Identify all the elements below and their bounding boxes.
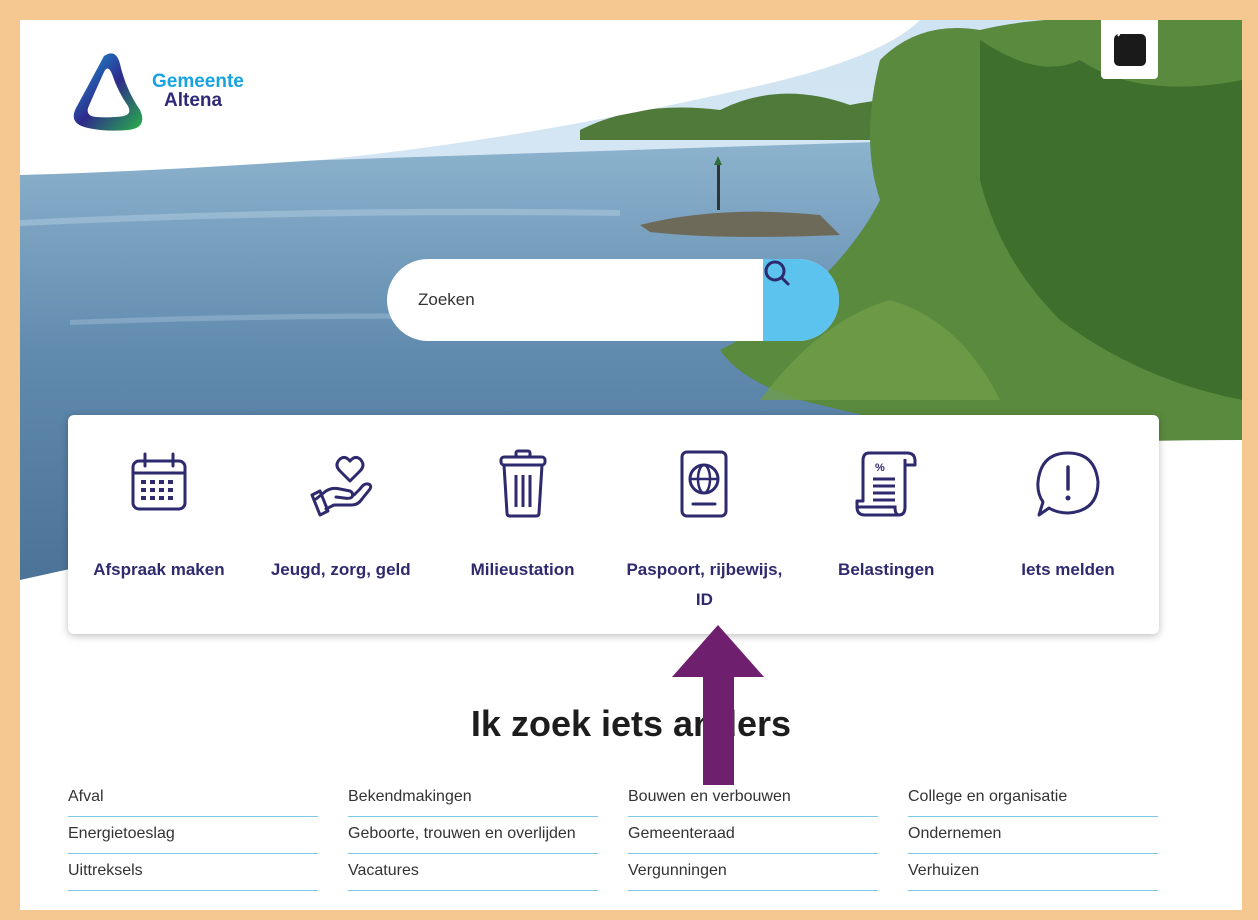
link-gemeenteraad[interactable]: Gemeenteraad <box>628 817 878 854</box>
search-bar <box>387 259 839 341</box>
section-title: Ik zoek iets anders <box>470 703 792 744</box>
link-geboorte-trouwen-overlijden[interactable]: Geboorte, trouwen en overlijden <box>348 817 598 854</box>
quick-link-label: Milieustation <box>470 560 575 579</box>
calendar-icon <box>131 452 187 511</box>
link-afval[interactable]: Afval <box>68 780 318 817</box>
quick-link-jeugd[interactable]: Jeugd, zorg, geld <box>250 415 432 634</box>
logo-mark-icon <box>73 53 143 131</box>
trash-icon <box>499 449 547 518</box>
quick-link-paspoort[interactable]: Paspoort, rijbewijs, ID <box>613 415 795 634</box>
read-aloud-button[interactable] <box>1101 20 1158 79</box>
quick-link-afspraak[interactable]: Afspraak maken <box>68 415 250 634</box>
exclamation-bubble-icon <box>1036 451 1100 517</box>
quick-link-milieustation[interactable]: Milieustation <box>432 415 614 634</box>
quick-link-iets-melden[interactable]: Iets melden <box>977 415 1159 634</box>
quick-link-label: Afspraak maken <box>93 560 225 579</box>
annotation-arrow-up-icon <box>672 625 764 785</box>
quick-link-belastingen[interactable]: % Belastingen <box>795 415 977 634</box>
heart-hand-icon <box>310 455 372 517</box>
logo-wordmark: Gemeente Altena <box>152 72 244 110</box>
link-vergunningen[interactable]: Vergunningen <box>628 854 878 891</box>
link-college-en-organisatie[interactable]: College en organisatie <box>908 780 1158 817</box>
search-input[interactable] <box>387 279 760 321</box>
tax-document-icon: % <box>855 451 917 517</box>
logo-line-1: Gemeente <box>152 71 244 92</box>
municipality-logo[interactable]: Gemeente Altena <box>66 50 266 140</box>
quick-link-label: Iets melden <box>1021 560 1115 579</box>
link-bekendmakingen[interactable]: Bekendmakingen <box>348 780 598 817</box>
link-vacatures[interactable]: Vacatures <box>348 854 598 891</box>
link-uittreksels[interactable]: Uittreksels <box>68 854 318 891</box>
search-icon <box>764 260 790 286</box>
search-button[interactable] <box>763 259 839 341</box>
quick-link-label: Paspoort, rijbewijs, ID <box>626 560 783 609</box>
speaker-icon <box>1103 21 1146 66</box>
quick-links-card: Afspraak maken Jeugd, zorg, geld Milieus… <box>68 415 1159 634</box>
quick-link-label: Belastingen <box>838 560 935 579</box>
link-energietoeslag[interactable]: Energietoeslag <box>68 817 318 854</box>
passport-icon <box>680 450 728 518</box>
logo-line-2: Altena <box>164 90 223 111</box>
svg-text:%: % <box>875 462 885 474</box>
other-links-grid: Afval Bekendmakingen Bouwen en verbouwen… <box>68 780 1159 891</box>
quick-link-label: Jeugd, zorg, geld <box>270 560 411 579</box>
link-ondernemen[interactable]: Ondernemen <box>908 817 1158 854</box>
page-frame: Gemeente Altena Zoeken Afspraak maken Je… <box>20 20 1242 910</box>
link-verhuizen[interactable]: Verhuizen <box>908 854 1158 891</box>
